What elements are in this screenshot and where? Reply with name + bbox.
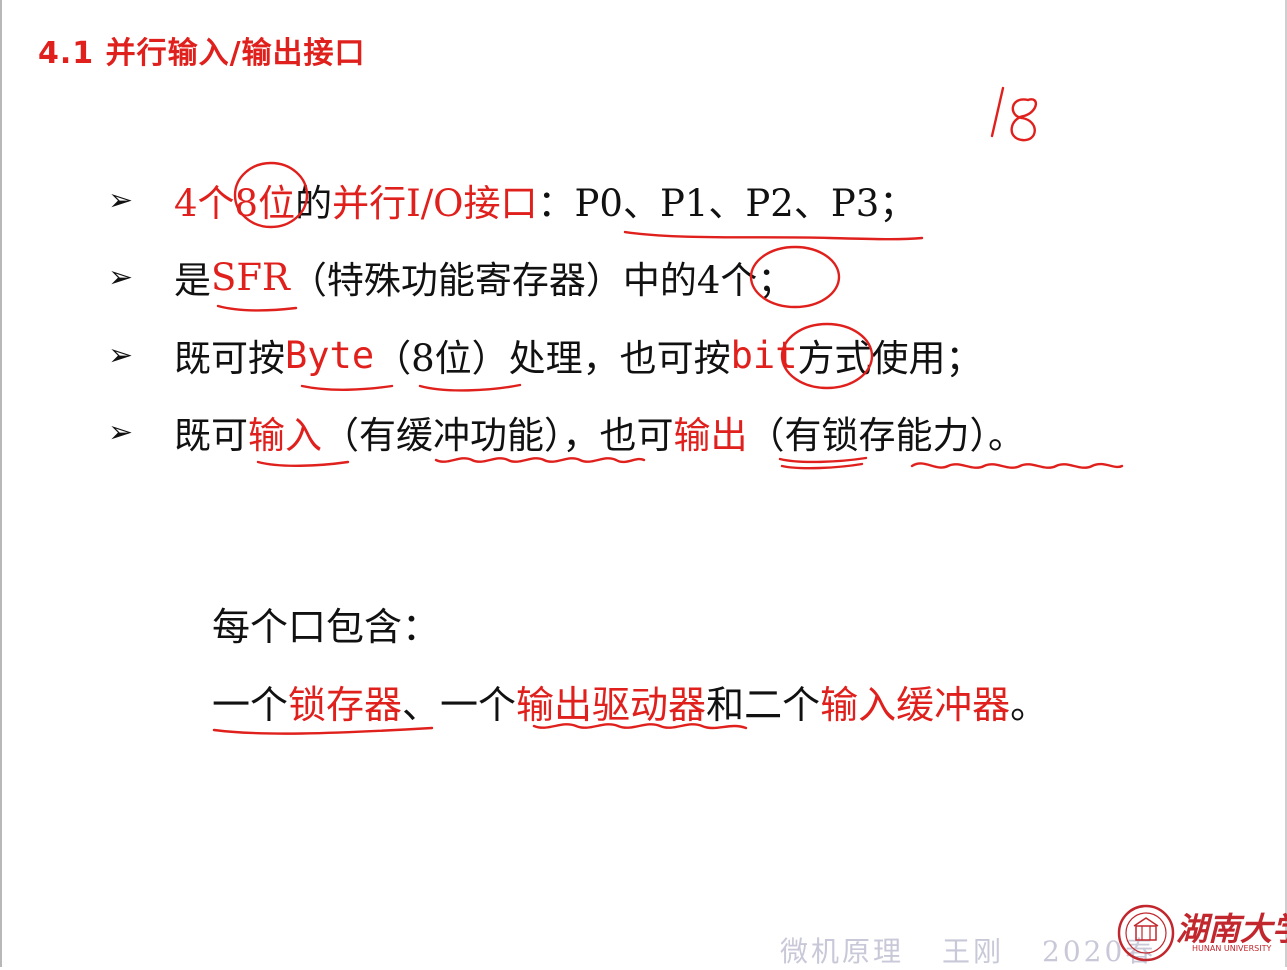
para-text-b: 锁存器 (288, 683, 403, 727)
bullet-3-text-d: bit (730, 333, 798, 377)
bullet-4-text-c: （有缓冲功能），也可 (322, 414, 674, 457)
slide-title: 4.1 并行输入/输出接口 (38, 36, 366, 71)
para-text-d: 输出驱动器 (516, 683, 707, 727)
bullet-3-text-e: 方式使用； (797, 337, 983, 380)
university-seal-icon (1117, 904, 1175, 962)
bullet-2-text-b: SFR (211, 255, 290, 299)
bullet-4-text-b: 输入 (248, 414, 322, 457)
paragraph-body: 一个锁存器、一个输出驱动器和二个输入缓冲器。 (212, 674, 1048, 729)
bullet-3-text-c: （8位）处理，也可按 (374, 337, 731, 380)
bullet-3-text-a: 既可按 (174, 337, 285, 380)
bullet-4-text-a: 既可 (174, 414, 248, 457)
bullet-4-text-e: （有锁存能力）。 (747, 414, 1026, 457)
bullet-item-2: ➢ 是 SFR （特殊功能寄存器）中的4个； (108, 247, 794, 307)
bullet-2-text-a: 是 (174, 259, 211, 302)
bullet-item-1: ➢ 4个8位的并行I/O接口 ：P0、P1、P2、P3； (108, 170, 916, 230)
bullet-item-3: ➢ 既可按 Byte （8位）处理，也可按 bit 方式使用； (108, 325, 982, 385)
footer-teacher: 王刚 (942, 935, 1005, 968)
para-text-f: 输入缓冲器 (820, 683, 1011, 727)
bullet-3-text-b: Byte (285, 333, 375, 377)
bullet-1-text-a: 4个8位 (174, 182, 296, 225)
university-english-name: HUNAN UNIVERSITY (1192, 944, 1272, 953)
para-text-g: 。 (1010, 683, 1049, 727)
paragraph-heading: 每个口包含： (212, 605, 441, 649)
bullet-arrow-icon: ➢ (108, 414, 134, 450)
para-text-c: 、一个 (402, 683, 517, 727)
footer-course: 微机原理 (780, 935, 905, 968)
slide-frame (0, 0, 1287, 967)
bullet-arrow-icon: ➢ (108, 259, 134, 295)
bullet-arrow-icon: ➢ (108, 182, 134, 218)
bullet-4-text-d: 输出 (673, 414, 748, 457)
bullet-2-text-c: （特殊功能寄存器）中的4个； (289, 259, 795, 302)
bullet-arrow-icon: ➢ (108, 337, 134, 373)
para-text-e: 和二个 (706, 683, 821, 727)
bullet-1-text-b: 的 (295, 182, 333, 225)
bullet-1-text-c: 并行I/O接口 (332, 182, 538, 225)
bullet-item-4: ➢ 既可 输入 （有缓冲功能），也可 输出 （有锁存能力）。 (108, 402, 1025, 462)
bullet-1-text-d: ：P0、P1、P2、P3； (537, 182, 917, 225)
university-logo: 湖南大学 HUNAN UNIVERSITY (1116, 902, 1287, 964)
para-text-a: 一个 (212, 683, 289, 727)
